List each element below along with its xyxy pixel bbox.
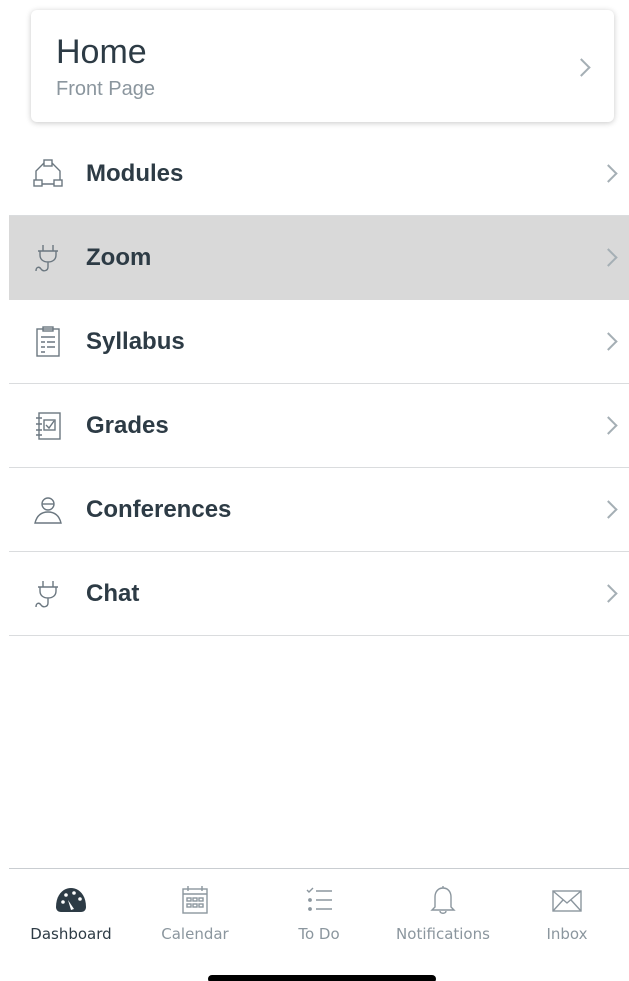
menu-item-chat[interactable]: Chat: [9, 552, 629, 636]
home-subtitle: Front Page: [56, 78, 155, 100]
menu-item-zoom[interactable]: Zoom: [9, 216, 629, 300]
chevron-right-icon: [599, 583, 618, 603]
chevron-right-icon: [599, 247, 618, 267]
home-card[interactable]: Home Front Page: [31, 10, 614, 122]
tab-bar: Dashboard Calendar To Do Notifications I…: [9, 868, 629, 981]
menu-item-label: Zoom: [86, 243, 152, 271]
chevron-right-icon: [599, 415, 618, 435]
plug-icon: [35, 244, 58, 271]
tab-label: Dashboard: [30, 925, 112, 943]
tab-notifications[interactable]: Notifications: [381, 869, 505, 955]
tab-dashboard[interactable]: Dashboard: [9, 869, 133, 955]
calendar-icon: [182, 886, 208, 914]
home-indicator: [208, 975, 436, 981]
grades-icon: [36, 411, 61, 440]
tab-todo[interactable]: To Do: [257, 869, 381, 955]
chevron-right-icon: [599, 163, 618, 183]
tab-calendar[interactable]: Calendar: [133, 869, 257, 955]
conferences-icon: [34, 496, 62, 524]
chevron-right-icon: [599, 331, 618, 351]
menu-item-label: Modules: [86, 159, 184, 187]
tab-label: Inbox: [546, 925, 588, 943]
inbox-icon: [552, 890, 582, 912]
modules-icon: [33, 158, 63, 187]
menu-item-modules[interactable]: Modules: [9, 132, 629, 216]
tab-label: Calendar: [161, 925, 229, 943]
home-title: Home: [56, 33, 147, 71]
menu-item-label: Chat: [86, 579, 140, 607]
chevron-right-icon: [599, 499, 618, 519]
menu-item-label: Syllabus: [86, 327, 185, 355]
menu-item-label: Grades: [86, 411, 169, 439]
plug-icon: [35, 580, 58, 607]
menu-item-label: Conferences: [86, 495, 232, 523]
menu-item-syllabus[interactable]: Syllabus: [9, 300, 629, 384]
todo-icon: [306, 887, 332, 911]
bell-icon: [430, 886, 456, 914]
tab-label: To Do: [298, 925, 340, 943]
course-menu: Modules Zoom Syllabus Grades Conferences…: [9, 132, 629, 636]
menu-item-conferences[interactable]: Conferences: [9, 468, 629, 552]
dashboard-icon: [56, 888, 86, 912]
syllabus-icon: [36, 325, 60, 357]
tab-inbox[interactable]: Inbox: [505, 869, 629, 955]
tab-label: Notifications: [396, 925, 490, 943]
menu-item-grades[interactable]: Grades: [9, 384, 629, 468]
